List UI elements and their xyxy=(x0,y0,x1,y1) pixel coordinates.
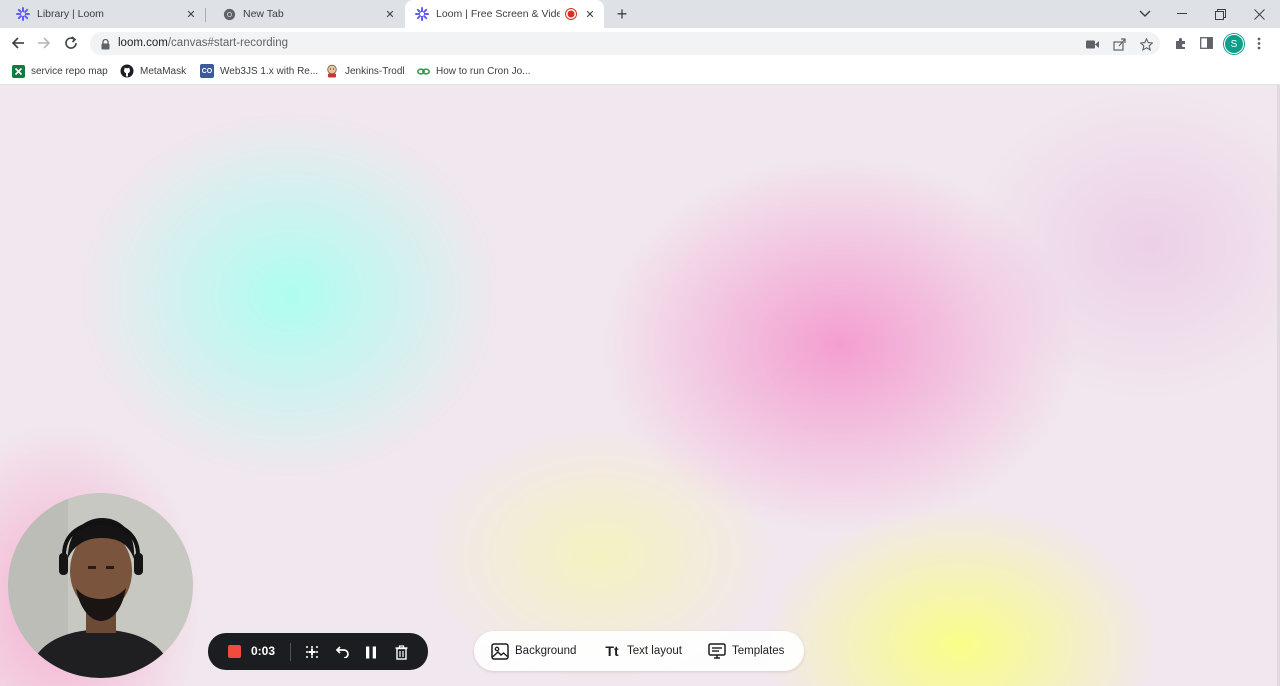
webcam-presenter-image xyxy=(8,493,193,678)
tab-title: New Tab xyxy=(243,8,284,20)
reload-button[interactable] xyxy=(61,33,81,53)
canvas-options-bar: Background Tt Text layout Templates xyxy=(474,631,804,671)
tab-title: Loom | Free Screen & Video xyxy=(436,8,560,20)
tab-strip: Library | Loom ✕ New Tab ✕ Loom | Free S… xyxy=(0,0,1280,28)
extensions-icon[interactable] xyxy=(1172,35,1188,51)
restart-recording-icon[interactable] xyxy=(332,643,350,661)
loom-icon xyxy=(415,7,429,21)
more-menu-icon[interactable] xyxy=(1251,35,1267,51)
controls-divider xyxy=(290,643,291,661)
bookmark-metamask[interactable]: MetaMask xyxy=(120,63,186,79)
bookmark-label: Web3JS 1.x with Re... xyxy=(220,65,319,77)
loom-icon xyxy=(16,7,30,21)
templates-button[interactable]: Templates xyxy=(707,642,784,660)
url-host: loom.com xyxy=(118,37,168,49)
stop-recording-button[interactable] xyxy=(228,645,241,658)
bookmark-star-icon[interactable] xyxy=(1138,36,1154,52)
back-button[interactable] xyxy=(8,33,28,53)
recording-controls: 0:03 xyxy=(208,633,428,670)
camera-in-use-icon[interactable] xyxy=(1084,36,1100,52)
bookmark-label: MetaMask xyxy=(140,65,187,77)
side-panel-icon[interactable] xyxy=(1198,35,1214,51)
pause-recording-icon[interactable] xyxy=(362,643,380,661)
minimize-button[interactable] xyxy=(1167,0,1197,28)
bookmark-jenkins-trodl[interactable]: Jenkins-Trodl xyxy=(325,63,405,79)
restore-button[interactable] xyxy=(1205,0,1235,28)
browser-toolbar: loom.com/canvas#start-recording xyxy=(0,28,1280,58)
tab-title: Library | Loom xyxy=(37,8,104,20)
url-text: loom.com/canvas#start-recording xyxy=(118,37,288,49)
image-icon xyxy=(490,642,510,660)
background-label: Background xyxy=(515,645,577,657)
lock-icon[interactable] xyxy=(97,36,113,52)
bookmark-cron-jobs[interactable]: How to run Cron Jo... xyxy=(416,63,530,79)
excel-icon xyxy=(11,64,25,78)
templates-label: Templates xyxy=(732,645,785,657)
address-bar[interactable]: loom.com/canvas#start-recording xyxy=(90,32,1160,55)
url-path: /canvas#start-recording xyxy=(167,37,289,49)
monitor-icon xyxy=(707,642,727,660)
share-icon[interactable] xyxy=(1111,36,1127,52)
webcam-bubble[interactable] xyxy=(8,493,193,678)
bookmark-label: Jenkins-Trodl xyxy=(345,65,405,77)
forward-button[interactable] xyxy=(34,33,54,53)
bookmark-label: How to run Cron Jo... xyxy=(436,65,531,77)
text-layout-button[interactable]: Tt Text layout xyxy=(602,642,682,660)
co-icon: CO xyxy=(200,64,214,78)
bookmark-service-repo-map[interactable]: service repo map xyxy=(11,63,108,79)
bookmark-web3js[interactable]: CO Web3JS 1.x with Re... xyxy=(200,63,318,79)
new-tab-button[interactable]: + xyxy=(612,4,632,24)
close-tab-icon[interactable]: ✕ xyxy=(382,6,398,22)
profile-avatar[interactable]: S xyxy=(1224,34,1244,54)
background-button[interactable]: Background xyxy=(490,642,576,660)
bookmarks-bar: service repo map MetaMask CO Web3JS 1.x … xyxy=(0,58,1280,85)
tab-loom-recording[interactable]: Loom | Free Screen & Video ✕ xyxy=(405,0,604,28)
chrome-icon xyxy=(222,7,236,21)
tab-new-tab[interactable]: New Tab ✕ xyxy=(206,0,404,28)
tab-library-loom[interactable]: Library | Loom ✕ xyxy=(0,0,205,28)
text-format-icon: Tt xyxy=(605,643,619,659)
jenkins-icon xyxy=(325,64,339,78)
bookmark-label: service repo map xyxy=(31,65,108,77)
tab-search-icon[interactable] xyxy=(1130,0,1160,28)
close-tab-icon[interactable]: ✕ xyxy=(183,6,199,22)
recording-timer: 0:03 xyxy=(251,644,276,658)
close-window-button[interactable] xyxy=(1244,0,1274,28)
github-icon xyxy=(120,64,134,78)
text-layout-label: Text layout xyxy=(627,645,682,657)
recording-indicator-icon xyxy=(564,7,578,21)
close-tab-icon[interactable]: ✕ xyxy=(582,6,598,22)
drawing-tools-icon[interactable] xyxy=(303,643,321,661)
link-icon xyxy=(416,64,430,78)
delete-recording-icon[interactable] xyxy=(392,643,410,661)
